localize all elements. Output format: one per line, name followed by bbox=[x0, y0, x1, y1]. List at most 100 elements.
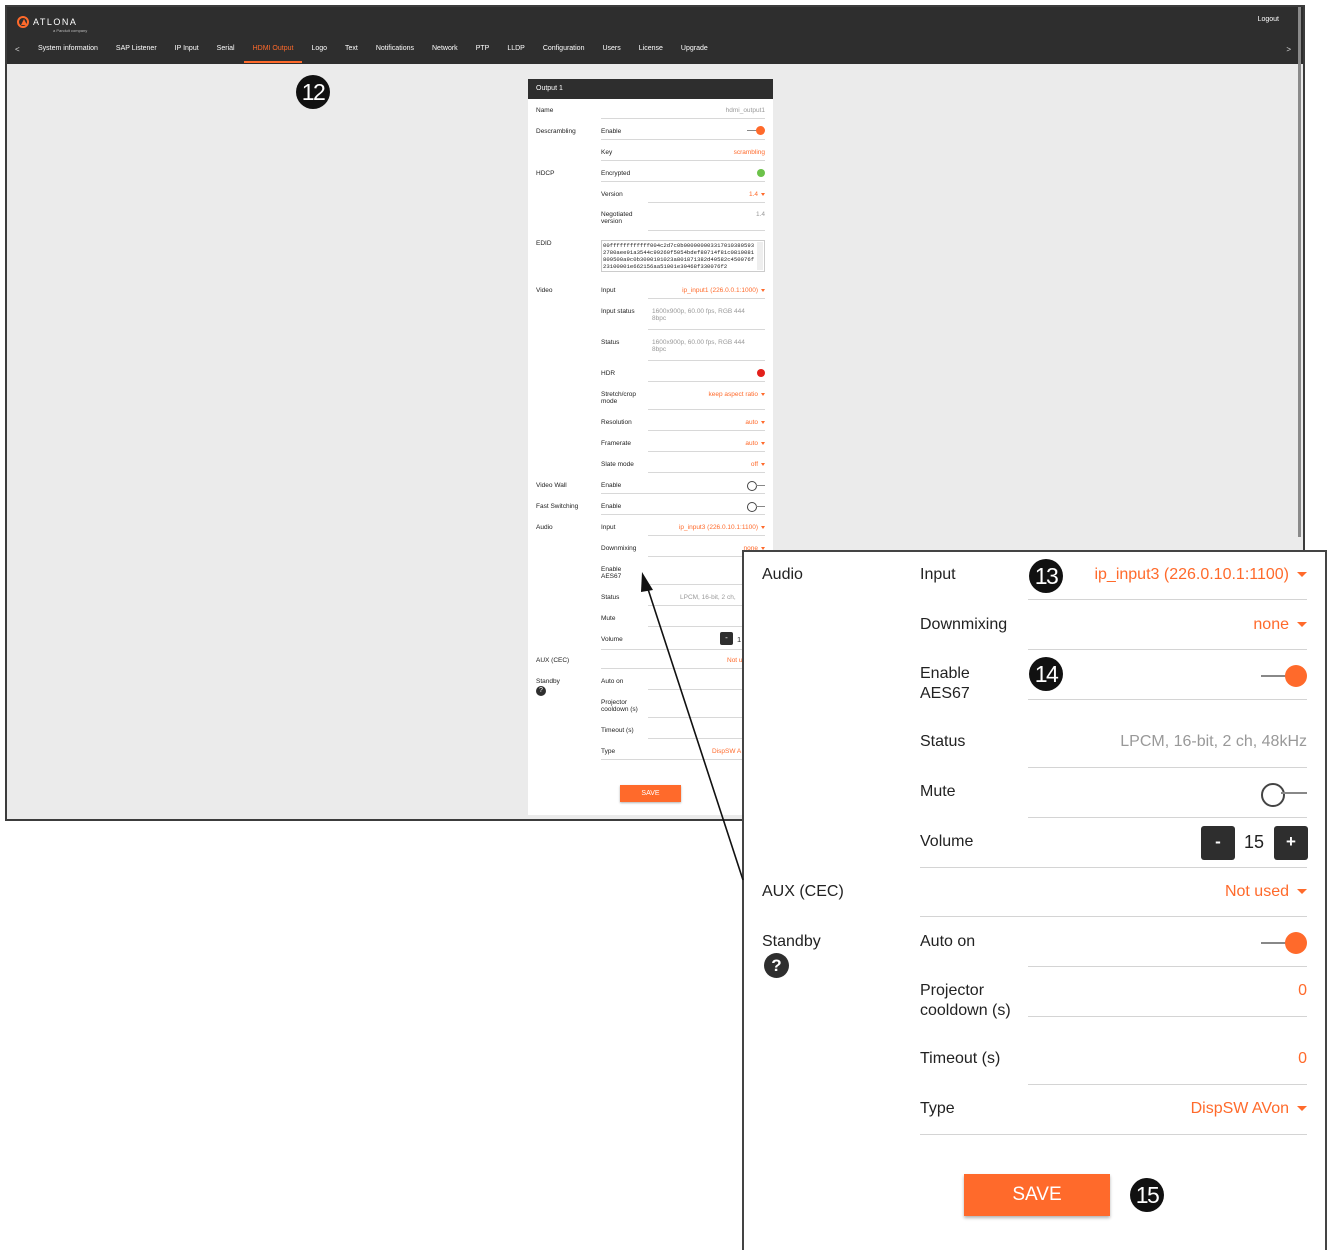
framerate-select[interactable]: auto bbox=[745, 440, 765, 447]
version-value: 1.4 bbox=[748, 191, 758, 198]
tab-upgrade[interactable]: Upgrade bbox=[672, 41, 717, 63]
zoom-auto-on-toggle[interactable] bbox=[1261, 932, 1307, 954]
callout-15: 15 bbox=[1130, 1178, 1164, 1212]
name-value[interactable]: hdmi_output1 bbox=[726, 107, 765, 114]
fast-switching-enable-label: Enable bbox=[601, 503, 622, 510]
video-input-value: ip_input1 (226.0.0.1:1000) bbox=[682, 287, 758, 294]
encrypted-label: Encrypted bbox=[601, 170, 631, 177]
divider bbox=[1028, 699, 1307, 700]
audio-status-label: Status bbox=[601, 594, 620, 601]
tab-network[interactable]: Network bbox=[423, 41, 467, 63]
divider bbox=[1028, 1016, 1307, 1017]
callout-12: 12 bbox=[296, 75, 330, 109]
zoom-projector-cooldown-input[interactable]: 0 bbox=[1298, 981, 1307, 1001]
brand-name: ATLONA bbox=[33, 17, 78, 27]
divider bbox=[648, 298, 765, 299]
zoom-aes67-toggle[interactable] bbox=[1261, 665, 1307, 687]
tab-hdmi-output[interactable]: HDMI Output bbox=[243, 41, 303, 63]
chevron-down-icon bbox=[761, 441, 765, 445]
video-wall-label: Video Wall bbox=[536, 482, 567, 489]
video-wall-toggle[interactable] bbox=[747, 481, 765, 491]
volume-decrease-button[interactable]: - bbox=[1201, 826, 1235, 860]
zoom-timeout-input[interactable]: 0 bbox=[1298, 1049, 1307, 1069]
zoom-type-label: Type bbox=[920, 1100, 955, 1117]
standby-help-icon[interactable]: ? bbox=[536, 686, 546, 696]
auto-on-label: Auto on bbox=[601, 678, 624, 685]
name-label: Name bbox=[536, 107, 554, 114]
hdr-status-icon bbox=[757, 369, 765, 377]
help-icon[interactable]: ? bbox=[764, 953, 789, 978]
save-button[interactable]: SAVE bbox=[620, 785, 681, 802]
logout-link[interactable]: Logout bbox=[1258, 16, 1279, 23]
zoom-input-label: Input bbox=[920, 566, 956, 583]
divider bbox=[601, 514, 765, 515]
nav-next-icon[interactable]: > bbox=[1286, 45, 1291, 54]
volume-decrease-button[interactable]: - bbox=[720, 632, 733, 645]
slate-mode-select[interactable]: off bbox=[751, 461, 765, 468]
resolution-select[interactable]: auto bbox=[745, 419, 765, 426]
standby-label: Standby bbox=[536, 678, 560, 685]
page-scrollbar[interactable] bbox=[1298, 7, 1301, 537]
divider bbox=[648, 381, 765, 382]
zoom-save-button[interactable]: SAVE bbox=[964, 1174, 1110, 1216]
zoom-mute-toggle[interactable] bbox=[1261, 782, 1307, 807]
aux-cec-select[interactable]: Not u bbox=[727, 657, 743, 664]
version-label: Version bbox=[601, 191, 623, 198]
divider bbox=[648, 360, 765, 361]
tab-system-information[interactable]: System information bbox=[29, 41, 107, 63]
chevron-down-icon bbox=[761, 288, 765, 292]
version-select[interactable]: 1.4 bbox=[749, 191, 765, 198]
tab-text[interactable]: Text bbox=[336, 41, 367, 63]
descrambling-toggle[interactable] bbox=[747, 126, 765, 135]
type-select[interactable]: DispSW A bbox=[712, 748, 741, 755]
tab-notifications[interactable]: Notifications bbox=[367, 41, 423, 63]
divider bbox=[648, 409, 765, 410]
divider bbox=[1028, 1084, 1307, 1085]
resolution-value: auto bbox=[745, 419, 758, 426]
audio-status-value: LPCM, 16-bit, 2 ch, bbox=[680, 594, 736, 601]
edid-textarea[interactable]: 00ffffffffffff004c2d7c0b0000000033170103… bbox=[601, 240, 765, 272]
divider bbox=[920, 867, 1307, 868]
audio-label: Audio bbox=[536, 524, 553, 531]
fast-switching-toggle[interactable] bbox=[747, 502, 765, 512]
divider bbox=[920, 916, 1307, 917]
zoom-timeout-label: Timeout (s) bbox=[920, 1050, 1001, 1067]
zoom-aux-cec-select[interactable]: Not used bbox=[1225, 882, 1307, 902]
slate-mode-value: off bbox=[750, 461, 758, 468]
video-input-select[interactable]: ip_input1 (226.0.0.1:1000) bbox=[682, 287, 765, 294]
tab-serial[interactable]: Serial bbox=[208, 41, 244, 63]
stage: ATLONA a Panduit company Logout < System… bbox=[0, 0, 1328, 1250]
zoom-type-select[interactable]: DispSW AVon bbox=[1191, 1099, 1307, 1119]
video-input-label: Input bbox=[601, 287, 616, 294]
tab-sap-listener[interactable]: SAP Listener bbox=[107, 41, 166, 63]
volume-increase-button[interactable]: + bbox=[1274, 826, 1308, 860]
divider bbox=[601, 649, 765, 650]
stretch-crop-label: Stretch/crop mode bbox=[601, 391, 637, 405]
tab-ip-input[interactable]: IP Input bbox=[166, 41, 208, 63]
stretch-crop-select[interactable]: keep aspect ratio bbox=[708, 391, 765, 398]
input-status-value: 1600x900p, 60.00 fps, RGB 444 8bpc bbox=[652, 308, 745, 322]
zoom-enable-aes67-label: Enable AES67 bbox=[920, 665, 970, 702]
tab-configuration[interactable]: Configuration bbox=[534, 41, 594, 63]
divider bbox=[920, 1134, 1307, 1135]
nav-prev-icon[interactable]: < bbox=[15, 45, 20, 54]
input-status-label: Input status bbox=[601, 308, 635, 315]
chevron-down-icon bbox=[761, 420, 765, 424]
key-value[interactable]: scrambling bbox=[734, 149, 765, 156]
slate-mode-label: Slate mode bbox=[601, 461, 634, 468]
tab-lldp[interactable]: LLDP bbox=[498, 41, 534, 63]
tab-users[interactable]: Users bbox=[593, 41, 629, 63]
chevron-down-icon bbox=[761, 392, 765, 396]
edid-scrollbar[interactable] bbox=[757, 242, 763, 270]
framerate-label: Framerate bbox=[601, 440, 631, 447]
zoom-downmixing-select[interactable]: none bbox=[1253, 615, 1307, 635]
callout-14: 14 bbox=[1029, 657, 1063, 691]
chevron-down-icon bbox=[1297, 572, 1307, 578]
zoom-audio-input-select[interactable]: ip_input3 (226.0.10.1:1100) bbox=[1094, 565, 1307, 585]
tab-logo[interactable]: Logo bbox=[302, 41, 336, 63]
audio-input-select[interactable]: ip_input3 (226.0.10.1:1100) bbox=[679, 524, 765, 531]
brand-subtitle: a Panduit company bbox=[53, 28, 88, 33]
divider bbox=[1028, 649, 1307, 650]
tab-ptp[interactable]: PTP bbox=[467, 41, 499, 63]
tab-license[interactable]: License bbox=[630, 41, 672, 63]
